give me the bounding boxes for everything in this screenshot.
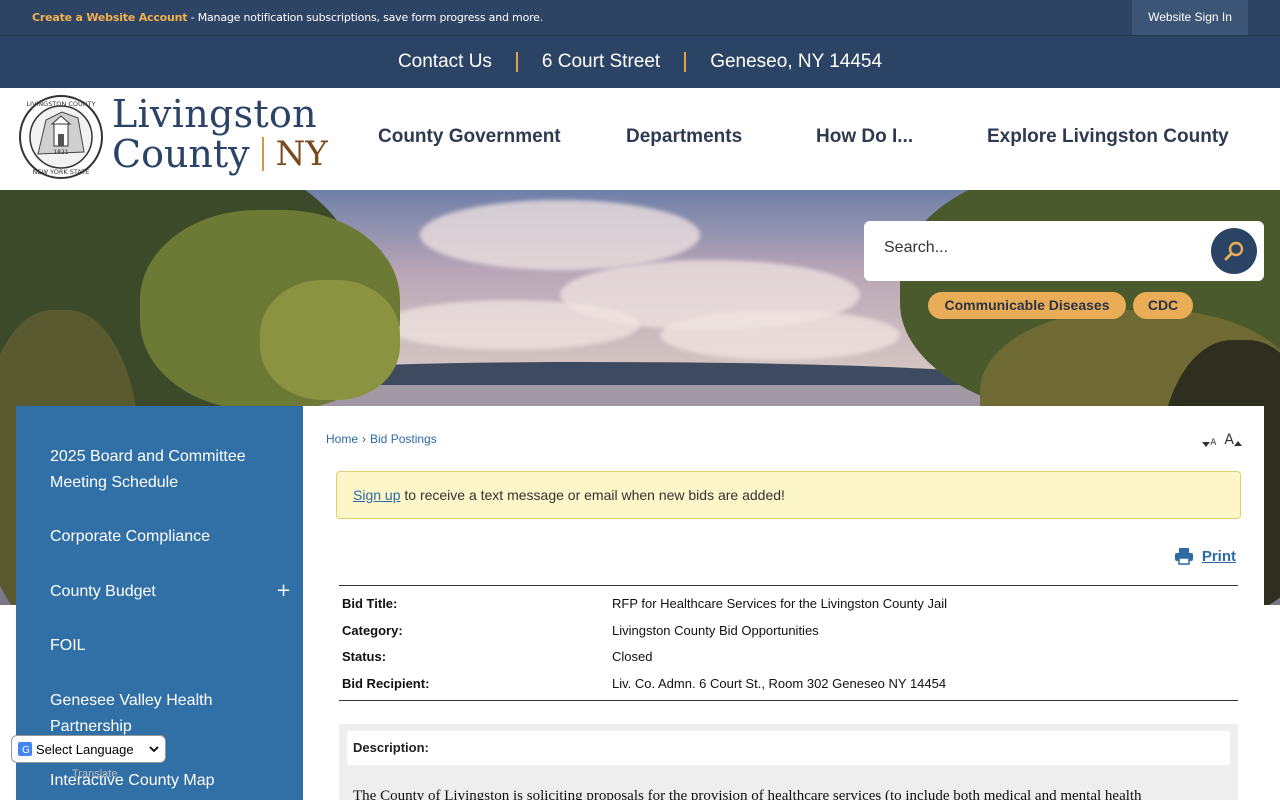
table-row: Bid Recipient: Liv. Co. Admn. 6 Court St…: [339, 672, 1238, 699]
row-value: Livingston County Bid Opportunities: [612, 622, 819, 638]
bid-details-table: Bid Title: RFP for Healthcare Services f…: [339, 585, 1238, 701]
powered-by-translate: Translate: [72, 768, 118, 780]
decrease-font-label: A: [1210, 438, 1217, 448]
printer-icon: [1174, 548, 1193, 565]
row-label: Category:: [342, 622, 403, 638]
logo-line2-wrap: County NY: [112, 134, 328, 174]
breadcrumb-current[interactable]: Bid Postings: [370, 432, 437, 446]
nav-county-government[interactable]: County Government: [378, 126, 561, 148]
tree-left: [260, 280, 400, 400]
contact-strip: Contact Us 6 Court Street Geneseo, NY 14…: [0, 36, 1280, 88]
row-label: Bid Title:: [342, 596, 398, 611]
logo-line2: County: [112, 132, 250, 176]
chevron-down-icon: [149, 746, 159, 753]
logo-suffix: NY: [275, 134, 328, 174]
search-input[interactable]: [884, 239, 1184, 257]
sidebar-item-gvhp[interactable]: Genesee Valley Health Partnership: [50, 688, 270, 740]
row-value: Liv. Co. Admn. 6 Court St., Room 302 Gen…: [612, 675, 947, 691]
county-seal-icon[interactable]: 1821 LIVINGSTON COUNTY NEW YORK STATE: [18, 94, 104, 180]
address-link[interactable]: 6 Court Street: [518, 51, 684, 73]
logo-divider: [261, 137, 264, 171]
utility-bar: Create a Website Account - Manage notifi…: [0, 0, 1280, 36]
svg-text:G: G: [22, 745, 30, 756]
site-header: 1821 LIVINGSTON COUNTY NEW YORK STATE Li…: [0, 88, 1280, 190]
cloud: [380, 300, 640, 350]
create-account-link[interactable]: Create a Website Account: [32, 11, 188, 24]
nav-how-do-i[interactable]: How Do I...: [816, 126, 913, 148]
quick-link-communicable-diseases[interactable]: Communicable Diseases: [928, 292, 1126, 319]
caret-down-icon: [1202, 442, 1211, 447]
print-label: Print: [1201, 547, 1236, 565]
breadcrumb-home[interactable]: Home: [326, 432, 358, 446]
description-label: Description:: [347, 731, 1230, 765]
breadcrumb: Home › Bid Postings: [326, 432, 437, 446]
search-button[interactable]: [1211, 228, 1257, 274]
notify-alert: Sign up to receive a text message or ema…: [336, 471, 1241, 519]
increase-font-label: A: [1224, 432, 1234, 448]
font-size-controls: A A: [1202, 432, 1242, 448]
row-label: Bid Recipient:: [342, 675, 430, 691]
sidebar-item-foil[interactable]: FOIL: [50, 633, 270, 659]
nav-departments[interactable]: Departments: [626, 126, 742, 148]
breadcrumb-separator: ›: [362, 432, 367, 446]
sidebar-item-county-budget[interactable]: County Budget: [50, 579, 270, 605]
description-panel: Description: The County of Livingston is…: [339, 724, 1238, 800]
sidebar-item-corporate-compliance[interactable]: Corporate Compliance: [50, 524, 270, 550]
table-row: Status: Closed: [339, 645, 1238, 672]
site-logo[interactable]: Livingston County NY: [112, 94, 328, 174]
row-label: Status:: [342, 649, 387, 664]
quick-link-cdc[interactable]: CDC: [1133, 292, 1193, 319]
language-select-label: Select Language: [36, 741, 134, 757]
sidebar-item-board-schedule[interactable]: 2025 Board and Committee Meeting Schedul…: [50, 444, 270, 496]
promo-text: - Manage notification subscriptions, sav…: [187, 11, 544, 24]
seal-bottom-text: NEW YORK STATE: [33, 168, 90, 176]
increase-font-button[interactable]: A: [1224, 432, 1242, 448]
description-text: The County of Livingston is soliciting p…: [353, 788, 1142, 800]
google-translate-icon: G: [18, 742, 32, 756]
decrease-font-button[interactable]: A: [1202, 438, 1216, 448]
nav-explore-county[interactable]: Explore Livingston County: [987, 126, 1229, 148]
cloud: [420, 200, 700, 270]
city-link[interactable]: Geneseo, NY 14454: [686, 51, 906, 73]
sign-up-link[interactable]: Sign up: [353, 487, 400, 503]
table-row: Category: Livingston County Bid Opportun…: [339, 619, 1238, 646]
cloud: [660, 310, 900, 360]
logo-line1: Livingston: [112, 92, 317, 136]
caret-up-icon: [1234, 441, 1242, 446]
table-row: Bid Title: RFP for Healthcare Services f…: [339, 592, 1238, 619]
row-value: RFP for Healthcare Services for the Livi…: [612, 596, 948, 611]
row-value: Closed: [612, 649, 653, 664]
search-icon: [1224, 241, 1244, 261]
account-promo: Create a Website Account - Manage notifi…: [32, 11, 543, 24]
print-button[interactable]: Print: [1174, 547, 1236, 565]
seal-top-text: LIVINGSTON COUNTY: [26, 100, 95, 108]
search-box: [864, 221, 1264, 281]
contact-us-link[interactable]: Contact Us: [374, 51, 516, 73]
main-content: Home › Bid Postings A A Sign up to receive…: [303, 406, 1264, 800]
website-sign-in-button[interactable]: Website Sign In: [1132, 0, 1248, 35]
seal-year: 1821: [53, 149, 68, 156]
expand-plus-icon[interactable]: +: [276, 580, 291, 601]
alert-text: to receive a text message or email when …: [400, 487, 785, 503]
language-select[interactable]: G Select Language: [11, 735, 166, 763]
